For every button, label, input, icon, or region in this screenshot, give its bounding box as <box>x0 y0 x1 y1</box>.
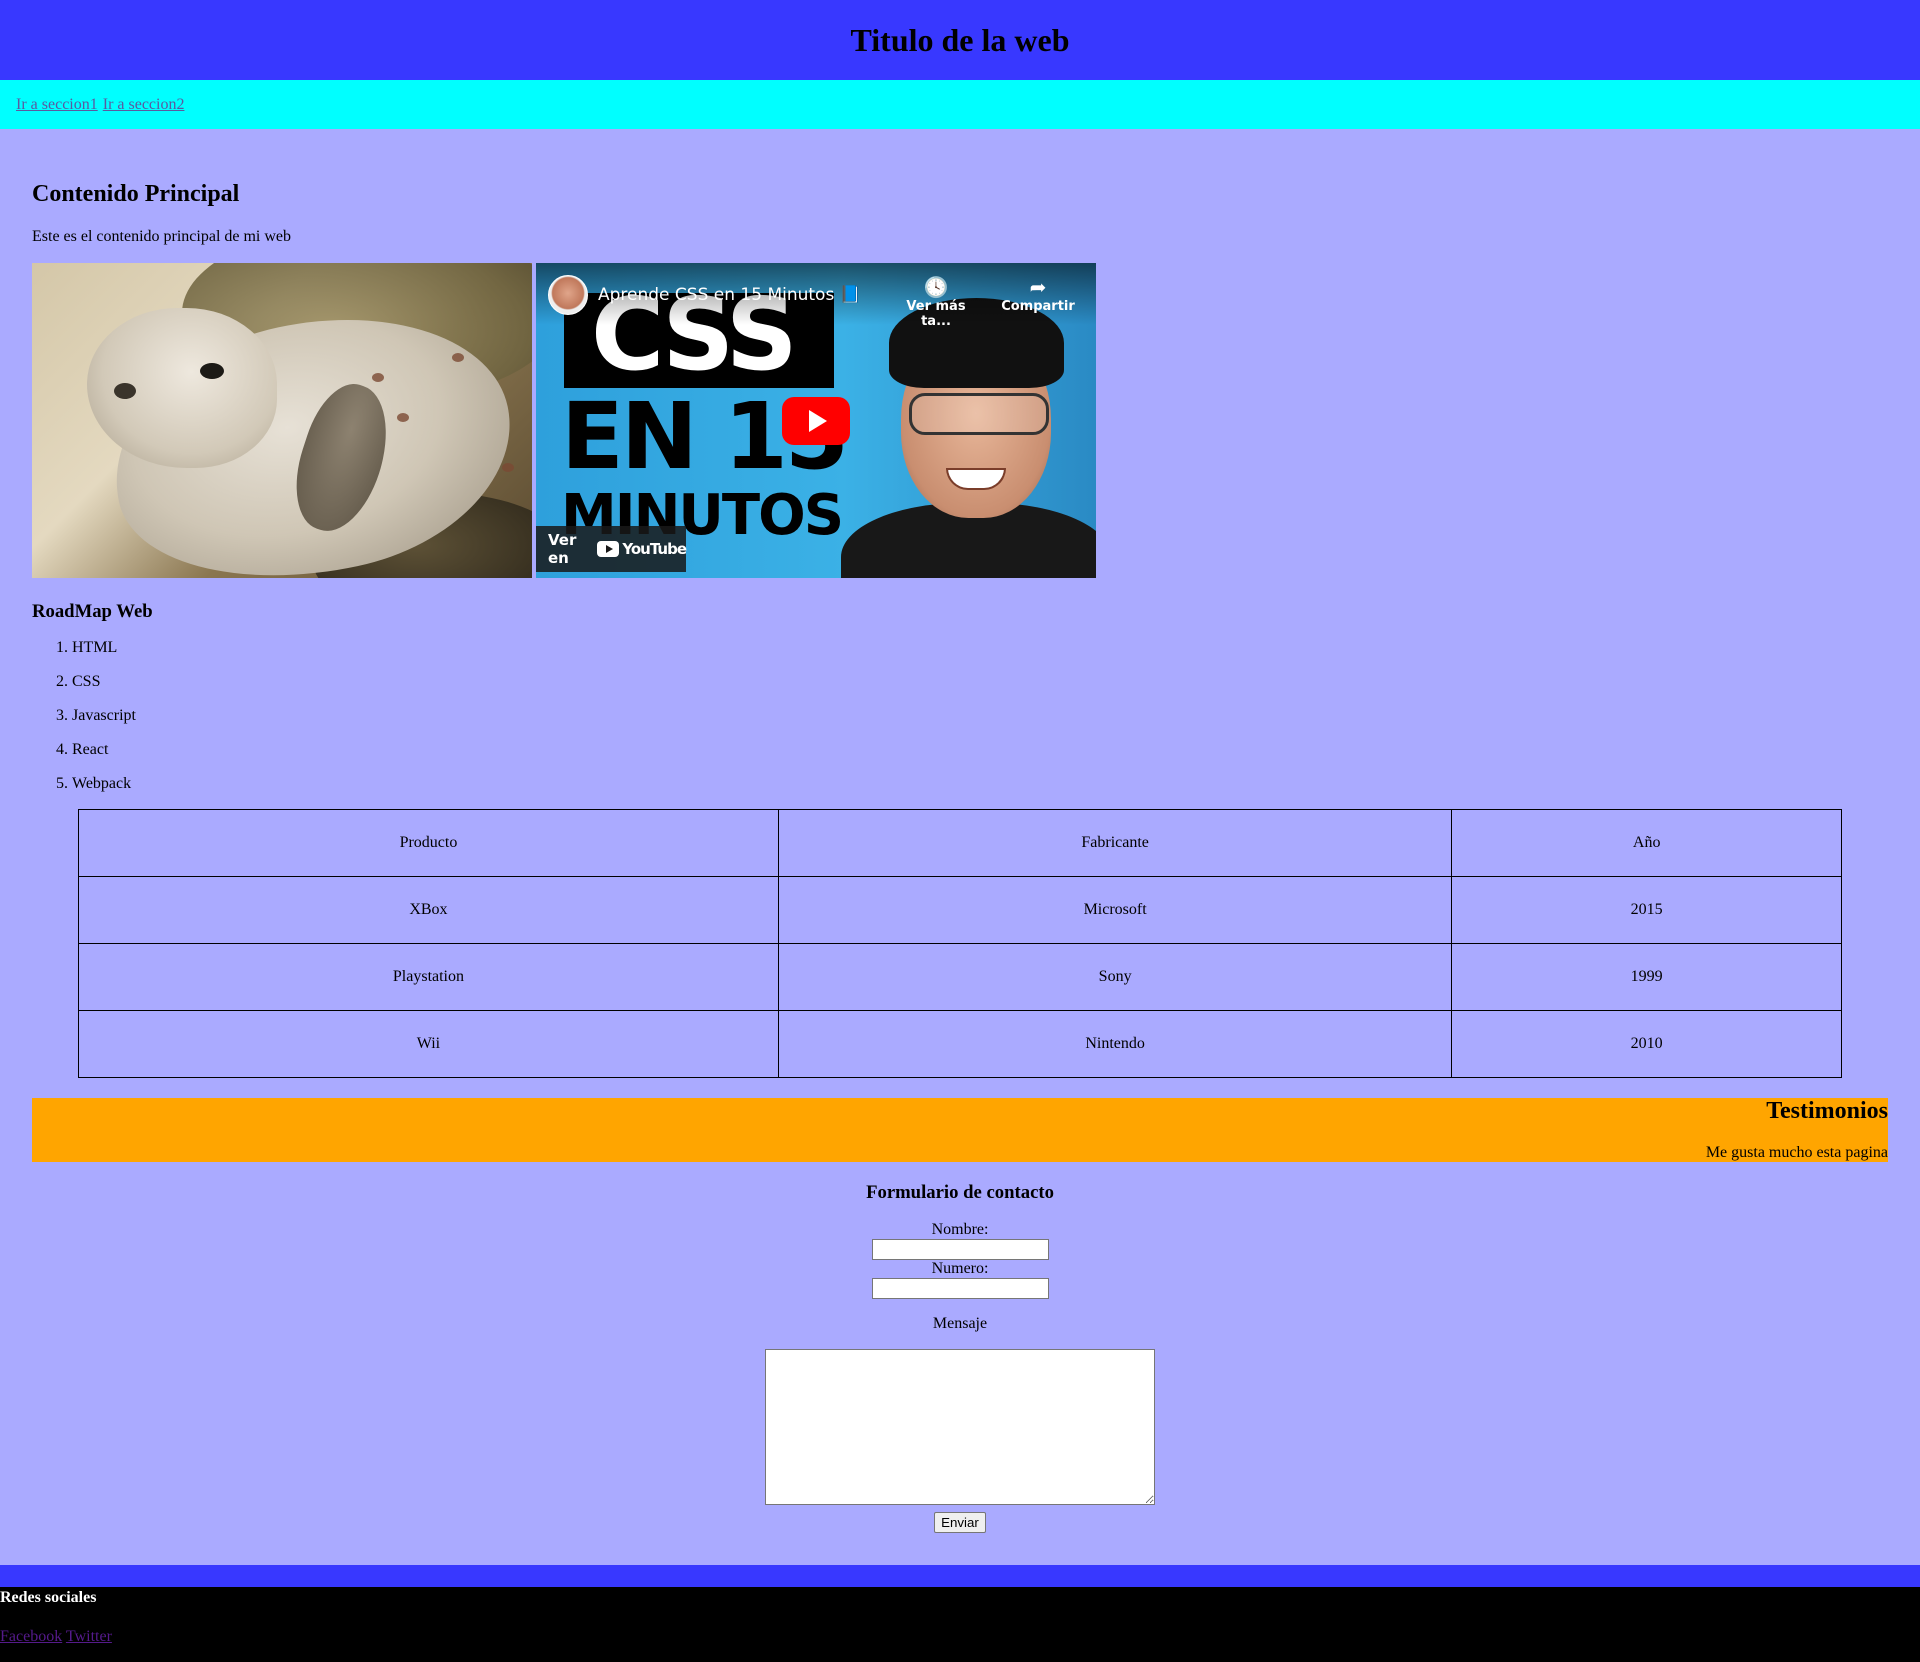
list-item: Webpack <box>72 775 1888 809</box>
table-header-cell: Producto <box>78 809 779 877</box>
table-cell: Microsoft <box>777 876 1453 944</box>
table-cell: Playstation <box>78 943 779 1011</box>
page-title: Titulo de la web <box>850 21 1070 58</box>
table-cell: 1999 <box>1451 943 1842 1011</box>
number-label: Numero: <box>931 1260 989 1277</box>
nav-link-seccion1[interactable]: Ir a seccion1 <box>16 96 98 114</box>
name-field[interactable] <box>871 1239 1049 1260</box>
youtube-video-embed[interactable]: CSS EN 15 MINUTOS Aprende CSS en 15 Minu… <box>536 263 1096 578</box>
table-row: Playstation Sony 1999 <box>78 943 1842 1011</box>
share-icon: ➦ <box>1029 275 1047 299</box>
list-item: CSS <box>72 673 1888 707</box>
table-cell: 2015 <box>1451 876 1842 944</box>
thumbnail-person <box>841 288 1096 578</box>
watch-on-youtube-button[interactable]: Ver en YouTube <box>536 526 687 572</box>
submit-button[interactable]: Enviar <box>934 1512 986 1533</box>
watch-later-button[interactable]: 🕓 Ver más ta... <box>896 275 976 329</box>
name-label: Nombre: <box>931 1221 989 1238</box>
seal-spot <box>502 463 514 472</box>
social-links: Facebook Twitter <box>0 1628 1920 1646</box>
seal-photo <box>32 263 532 578</box>
list-item: HTML <box>72 639 1888 673</box>
person-glasses <box>909 393 1049 435</box>
table-header-row: Producto Fabricante Año <box>78 809 1842 877</box>
youtube-logo-icon <box>597 541 620 557</box>
table-cell: Sony <box>777 943 1453 1011</box>
products-table-wrap: Producto Fabricante Año XBox Microsoft 2… <box>32 809 1888 1078</box>
youtube-logo-text: YouTube <box>622 540 687 558</box>
video-title[interactable]: Aprende CSS en 15 Minutos 📘 <box>598 285 861 305</box>
table-row: XBox Microsoft 2015 <box>78 876 1842 944</box>
roadmap-heading: RoadMap Web <box>32 601 153 622</box>
number-field[interactable] <box>871 1278 1049 1299</box>
message-textarea[interactable] <box>765 1349 1155 1505</box>
main-heading: Contenido Principal <box>32 181 240 207</box>
seal-spot <box>372 373 384 382</box>
play-button[interactable] <box>782 397 850 445</box>
table-row: Wii Nintendo 2010 <box>78 1010 1842 1078</box>
footer-divider-bar <box>0 1565 1920 1587</box>
list-item: React <box>72 741 1888 775</box>
message-label: Mensaje <box>932 1315 988 1332</box>
main-intro-text: Este es el contenido principal de mi web <box>32 228 292 245</box>
seal-eye <box>200 363 224 379</box>
site-nav: Ir a seccion1 Ir a seccion2 <box>0 80 1920 129</box>
site-header: Titulo de la web <box>0 0 1920 80</box>
list-item: Javascript <box>72 707 1888 741</box>
watch-later-label: Ver más ta... <box>906 299 966 329</box>
seal-spot <box>397 413 409 422</box>
facebook-link[interactable]: Facebook <box>0 1628 62 1645</box>
table-header-cell: Año <box>1451 809 1842 877</box>
footer-heading: Redes sociales <box>0 1589 97 1606</box>
products-table: Producto Fabricante Año XBox Microsoft 2… <box>78 809 1842 1078</box>
roadmap-list: HTML CSS Javascript React Webpack <box>32 639 1888 809</box>
share-label: Compartir <box>1001 299 1075 314</box>
table-cell: XBox <box>78 876 779 944</box>
contact-heading: Formulario de contacto <box>866 1182 1054 1203</box>
twitter-link[interactable]: Twitter <box>66 1628 112 1645</box>
play-icon <box>809 410 827 432</box>
site-footer: Redes sociales Facebook Twitter <box>0 1587 1920 1662</box>
clock-icon: 🕓 <box>923 275 949 299</box>
testimonial-text: Me gusta mucho esta pagina <box>1705 1144 1888 1161</box>
share-button[interactable]: ➦ Compartir <box>998 275 1078 314</box>
table-header-cell: Fabricante <box>777 809 1453 877</box>
main-content: Contenido Principal Este es el contenido… <box>0 129 1920 1533</box>
table-cell: Wii <box>78 1010 779 1078</box>
testimonials-heading: Testimonios <box>1766 1098 1888 1124</box>
nav-link-seccion2[interactable]: Ir a seccion2 <box>103 96 185 114</box>
testimonials-section: Testimonios Me gusta mucho esta pagina <box>32 1098 1888 1162</box>
seal-nose <box>114 383 136 399</box>
channel-avatar[interactable] <box>548 275 588 315</box>
youtube-logo: YouTube <box>597 540 687 558</box>
media-row: CSS EN 15 MINUTOS Aprende CSS en 15 Minu… <box>32 263 1888 578</box>
table-cell: Nintendo <box>777 1010 1453 1078</box>
watch-on-label: Ver en <box>548 531 577 567</box>
table-cell: 2010 <box>1451 1010 1842 1078</box>
contact-form: Formulario de contacto Nombre: Numero: M… <box>32 1182 1888 1533</box>
seal-spot <box>452 353 464 362</box>
